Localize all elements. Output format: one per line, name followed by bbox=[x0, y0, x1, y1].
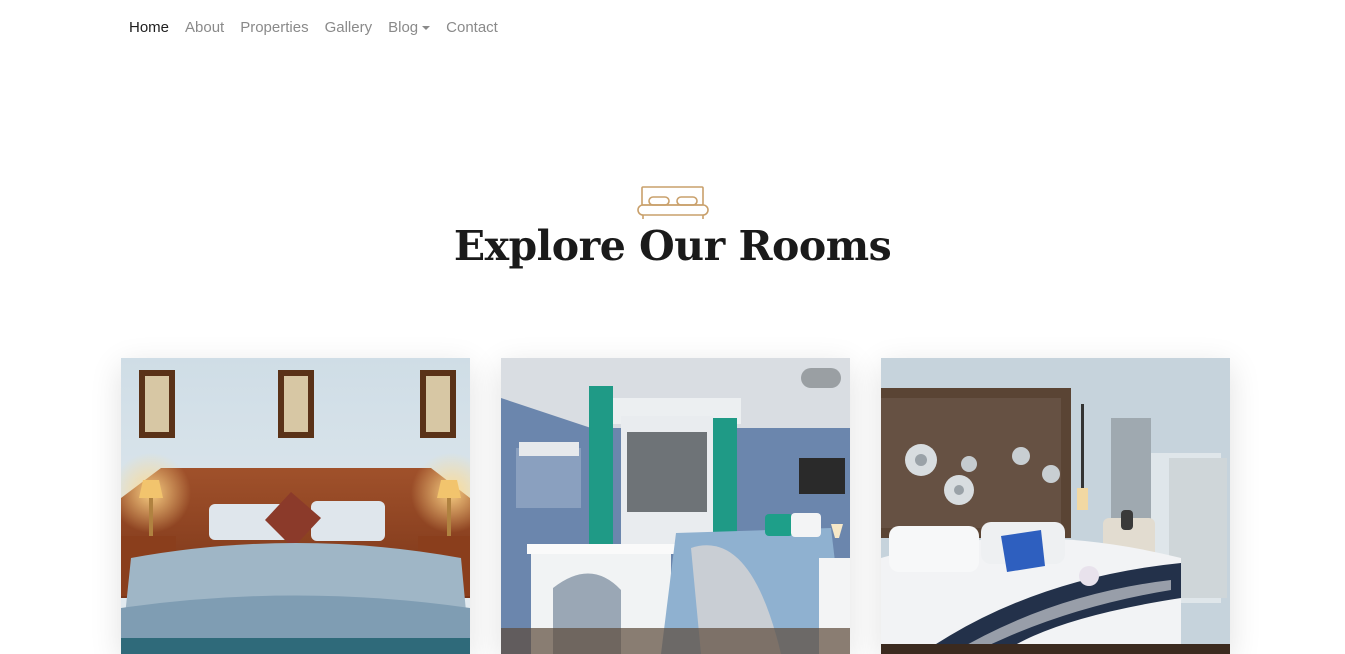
rooms-section-header: Explore Our Rooms bbox=[0, 186, 1345, 270]
room-card[interactable] bbox=[121, 358, 470, 654]
room-card[interactable] bbox=[501, 358, 850, 654]
nav-gallery[interactable]: Gallery bbox=[317, 18, 381, 38]
nav-blog-dropdown[interactable]: Blog bbox=[380, 18, 438, 38]
room-photo-blue-desk bbox=[501, 358, 850, 654]
nav-about[interactable]: About bbox=[177, 18, 232, 38]
room-cards bbox=[121, 358, 1230, 654]
nav-menu: Home About Properties Gallery Blog Conta… bbox=[121, 18, 506, 38]
nav-contact[interactable]: Contact bbox=[438, 18, 506, 38]
room-card[interactable] bbox=[881, 358, 1230, 654]
room-photo-wood-headboard bbox=[121, 358, 470, 654]
nav-blog-label: Blog bbox=[388, 19, 419, 36]
navbar: Home About Properties Gallery Blog Conta… bbox=[0, 0, 1345, 56]
room-photo-hotel-suite bbox=[881, 358, 1230, 654]
section-title: Explore Our Rooms bbox=[453, 222, 892, 270]
bed-icon bbox=[636, 186, 709, 219]
nav-properties[interactable]: Properties bbox=[232, 18, 316, 38]
caret-down-icon bbox=[422, 26, 431, 30]
nav-home[interactable]: Home bbox=[121, 18, 177, 38]
